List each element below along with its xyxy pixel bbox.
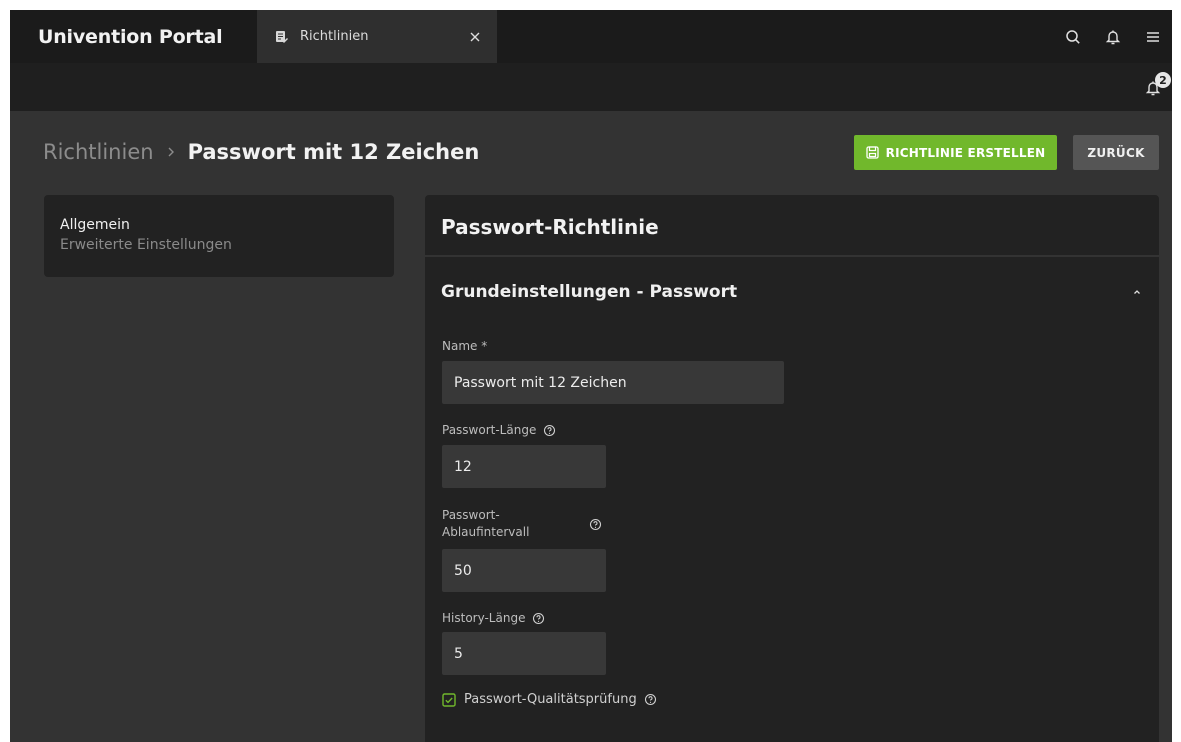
- chevron-up-icon[interactable]: [1131, 286, 1143, 298]
- name-label: Name *: [442, 339, 487, 353]
- history-length-label: History-Länge: [442, 611, 545, 625]
- password-expiry-label-line1: Passwort-: [442, 508, 500, 522]
- help-icon[interactable]: [644, 693, 657, 706]
- notification-bar: 2: [10, 63, 1172, 111]
- quality-check-label: Passwort-Qualitätsprüfung: [464, 692, 637, 707]
- name-label-text: Name *: [442, 339, 488, 353]
- name-input[interactable]: Passwort mit 12 Zeichen: [442, 361, 784, 404]
- section-header[interactable]: Grundeinstellungen - Passwort: [425, 257, 1159, 309]
- history-length-label-text: History-Länge: [442, 611, 526, 625]
- top-bar: Univention Portal Richtlinien: [10, 10, 1172, 63]
- password-length-label: Passwort-Länge: [442, 423, 556, 437]
- section-title: Grundeinstellungen - Passwort: [441, 282, 738, 302]
- history-length-input[interactable]: 5: [442, 632, 606, 675]
- nav-item-allgemein[interactable]: Allgemein: [60, 215, 394, 235]
- close-icon[interactable]: [467, 29, 483, 45]
- policy-form-panel: Passwort-Richtlinie Grundeinstellungen -…: [425, 195, 1159, 742]
- breadcrumb-parent[interactable]: Richtlinien: [43, 140, 154, 164]
- panel-title: Passwort-Richtlinie: [425, 195, 1159, 257]
- search-icon[interactable]: [1064, 28, 1082, 46]
- topbar-actions: [1064, 28, 1172, 46]
- password-expiry-label-line2: Ablaufintervall: [442, 525, 530, 539]
- chevron-right-icon: [164, 145, 178, 159]
- password-expiry-input[interactable]: 50: [442, 549, 606, 592]
- help-icon[interactable]: [543, 424, 556, 437]
- breadcrumb: Richtlinien Passwort mit 12 Zeichen: [43, 140, 479, 164]
- nav-item-erweiterte-einstellungen[interactable]: Erweiterte Einstellungen: [60, 235, 394, 255]
- notification-count-badge: 2: [1155, 72, 1171, 88]
- help-icon[interactable]: [589, 518, 602, 531]
- save-icon: [865, 146, 879, 159]
- policy-doc-icon: [275, 30, 288, 43]
- portal-title[interactable]: Univention Portal: [10, 26, 257, 48]
- create-policy-label: RICHTLINIE ERSTELLEN: [885, 145, 1046, 160]
- password-length-label-text: Passwort-Länge: [442, 423, 537, 437]
- quality-check-row: Passwort-Qualitätsprüfung: [442, 692, 657, 707]
- tab-label: Richtlinien: [300, 29, 369, 44]
- password-length-input[interactable]: 12: [442, 445, 606, 488]
- app-window: Univention Portal Richtlinien 2 Richtlin…: [10, 10, 1172, 742]
- tab-richtlinien[interactable]: Richtlinien: [257, 10, 497, 63]
- page-title: Passwort mit 12 Zeichen: [187, 140, 480, 164]
- quality-check-checkbox[interactable]: [442, 692, 456, 707]
- bell-icon[interactable]: [1104, 28, 1122, 46]
- create-policy-button[interactable]: RICHTLINIE ERSTELLEN: [854, 135, 1057, 170]
- password-expiry-label-text: Passwort- Ablaufintervall: [442, 507, 582, 541]
- help-icon[interactable]: [532, 612, 545, 625]
- notifications-button[interactable]: 2: [1144, 72, 1171, 101]
- back-button[interactable]: ZURÜCK: [1073, 135, 1159, 170]
- section-nav: Allgemein Erweiterte Einstellungen: [44, 195, 394, 277]
- menu-icon[interactable]: [1144, 28, 1162, 46]
- password-expiry-label: Passwort- Ablaufintervall: [442, 507, 602, 541]
